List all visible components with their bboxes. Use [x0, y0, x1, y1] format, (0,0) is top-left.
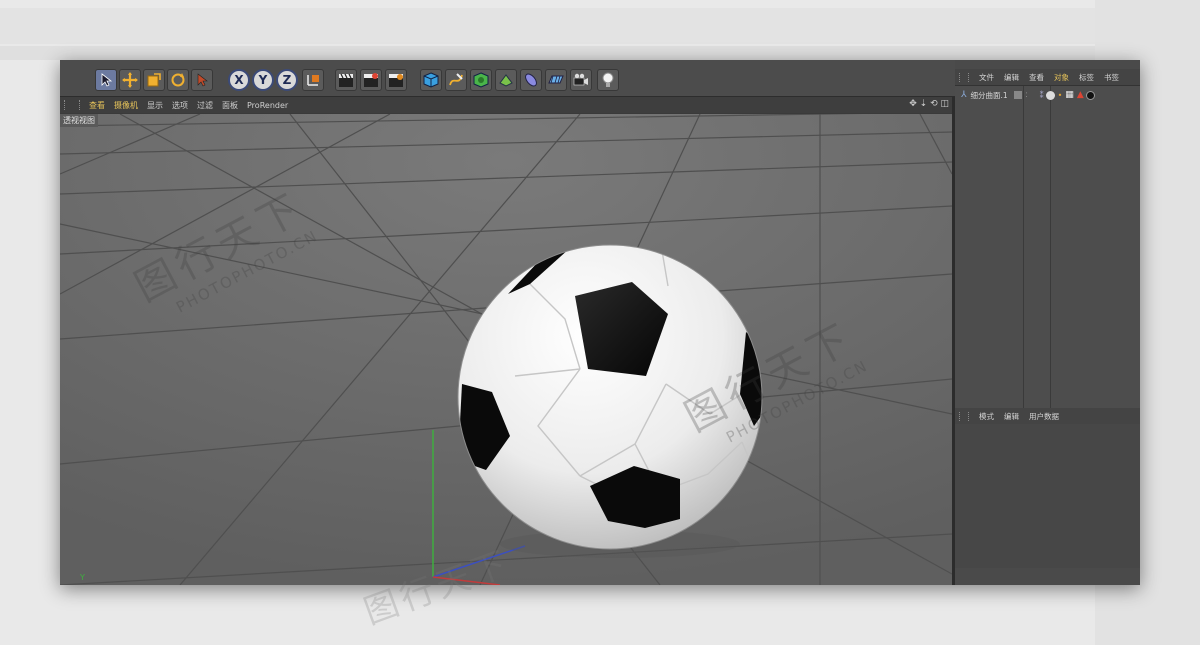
- om-menu-file[interactable]: 文件: [979, 72, 994, 83]
- move-arrows-icon: [122, 72, 138, 88]
- warning-tag-icon[interactable]: ▲: [1077, 90, 1084, 100]
- subdivision-surface-button[interactable]: [470, 69, 492, 91]
- z-axis-lock-button[interactable]: Z: [276, 69, 298, 91]
- coordinate-system-button[interactable]: [302, 69, 324, 91]
- right-panel: 文件 编辑 查看 对象 标签 书签 ⅄ 细分曲面.1 ⁚ ⁑ • ▦ ▲ 模式 …: [955, 60, 1140, 585]
- add-cube-button[interactable]: [420, 69, 442, 91]
- render-picture-viewer-button[interactable]: [360, 69, 382, 91]
- cinema4d-window: X Y Z 查看 摄像机 显示 选项 过滤 面板 ProRender ✥ ⇣ ⟲…: [60, 60, 1140, 585]
- menu-cameras[interactable]: 摄像机: [114, 100, 138, 111]
- subdivision-icon: [473, 72, 489, 88]
- clapboard-icon: [339, 73, 353, 87]
- checker-tag-icon[interactable]: ▦: [1065, 90, 1074, 100]
- camera-button[interactable]: [570, 69, 592, 91]
- am-menu-edit[interactable]: 编辑: [1004, 411, 1019, 422]
- cursor-icon: [197, 73, 208, 87]
- live-select-button[interactable]: [191, 69, 213, 91]
- am-menu-mode[interactable]: 模式: [979, 411, 994, 422]
- light-button[interactable]: [597, 69, 619, 91]
- sky-capsule-icon: [525, 73, 537, 87]
- add-spline-button[interactable]: [445, 69, 467, 91]
- om-menu-edit[interactable]: 编辑: [1004, 72, 1019, 83]
- visibility-dots-icon[interactable]: ⁚: [1026, 92, 1028, 99]
- clapboard-render-icon: [364, 73, 378, 87]
- floor-button[interactable]: [545, 69, 567, 91]
- viewport-navigation-icons[interactable]: ✥ ⇣ ⟲ ◫: [909, 99, 949, 109]
- layer-icon[interactable]: [1013, 91, 1022, 99]
- clapboard-gear-icon: [389, 74, 403, 87]
- am-menu-userdata[interactable]: 用户数据: [1029, 411, 1059, 422]
- y-axis-lock-button[interactable]: Y: [252, 69, 274, 91]
- light-bulb-icon: [602, 72, 614, 87]
- om-menu-bookmarks[interactable]: 书签: [1104, 72, 1119, 83]
- panel-grip-icon[interactable]: [959, 411, 969, 421]
- column-divider: [1050, 86, 1051, 416]
- arrow-cursor-icon: [101, 73, 113, 87]
- menu-view[interactable]: 查看: [89, 100, 105, 111]
- menu-options[interactable]: 选项: [172, 100, 188, 111]
- om-menu-view[interactable]: 查看: [1029, 72, 1044, 83]
- om-menu-tags[interactable]: 标签: [1079, 72, 1094, 83]
- attribute-manager-menubar: 模式 编辑 用户数据: [955, 408, 1140, 425]
- column-divider: [1023, 86, 1024, 416]
- object-list[interactable]: ⅄ 细分曲面.1 ⁚ ⁑ • ▦ ▲: [955, 86, 1140, 416]
- list-item[interactable]: ⅄ 细分曲面.1 ⁚ ⁑ • ▦ ▲: [955, 88, 1140, 102]
- x-axis-lock-button[interactable]: X: [228, 69, 250, 91]
- om-menu-objects[interactable]: 对象: [1054, 72, 1069, 83]
- main-toolbar: X Y Z: [60, 60, 955, 97]
- black-material-icon[interactable]: [1085, 90, 1095, 100]
- uv-tag-icon[interactable]: •: [1058, 91, 1063, 100]
- cube-icon: [423, 72, 439, 88]
- viewport-menubar: 查看 摄像机 显示 选项 过滤 面板 ProRender ✥ ⇣ ⟲ ◫: [60, 97, 955, 113]
- deformer-button[interactable]: [495, 69, 517, 91]
- viewport-scene: Y: [60, 114, 952, 585]
- background-menubar: [0, 46, 1200, 60]
- scale-box-icon: [147, 73, 161, 87]
- select-tool-button[interactable]: [95, 69, 117, 91]
- panel-grip-icon[interactable]: [64, 100, 80, 110]
- pen-spline-icon: [449, 73, 463, 86]
- bend-deformer-icon: [499, 74, 513, 87]
- floor-grid-icon: [548, 75, 564, 84]
- camera-icon: [573, 73, 588, 86]
- rotate-icon: [171, 73, 185, 87]
- move-tool-button[interactable]: [119, 69, 141, 91]
- scale-tool-button[interactable]: [143, 69, 165, 91]
- perspective-viewport[interactable]: Y 透视视图 图行天下 PHOTOPHOTO.CN 图行天下 PHOTOPHOT…: [60, 114, 952, 585]
- rotate-tool-button[interactable]: [167, 69, 189, 91]
- render-view-button[interactable]: [335, 69, 357, 91]
- menu-panel[interactable]: 面板: [222, 100, 238, 111]
- coordinate-system-icon: [307, 75, 319, 86]
- phong-tag-icon[interactable]: ⁑: [1040, 91, 1044, 100]
- panel-grip-icon[interactable]: [959, 72, 969, 82]
- background-toolbar: [0, 8, 1200, 44]
- object-manager-menubar: 文件 编辑 查看 对象 标签 书签: [955, 69, 1140, 86]
- material-tag-icon[interactable]: [1045, 90, 1055, 100]
- menu-display[interactable]: 显示: [147, 100, 163, 111]
- menu-filter[interactable]: 过滤: [197, 100, 213, 111]
- attribute-content[interactable]: [955, 424, 1140, 568]
- viewport-view-label[interactable]: 透视视图: [60, 114, 98, 127]
- corner-axis-y-label: Y: [79, 573, 85, 582]
- attribute-manager: 模式 编辑 用户数据: [955, 408, 1140, 568]
- environment-button[interactable]: [520, 69, 542, 91]
- menu-prorender[interactable]: ProRender: [247, 101, 288, 110]
- subdivision-icon: ⅄: [961, 90, 967, 100]
- render-settings-button[interactable]: [385, 69, 407, 91]
- object-name[interactable]: 细分曲面.1: [971, 90, 1008, 101]
